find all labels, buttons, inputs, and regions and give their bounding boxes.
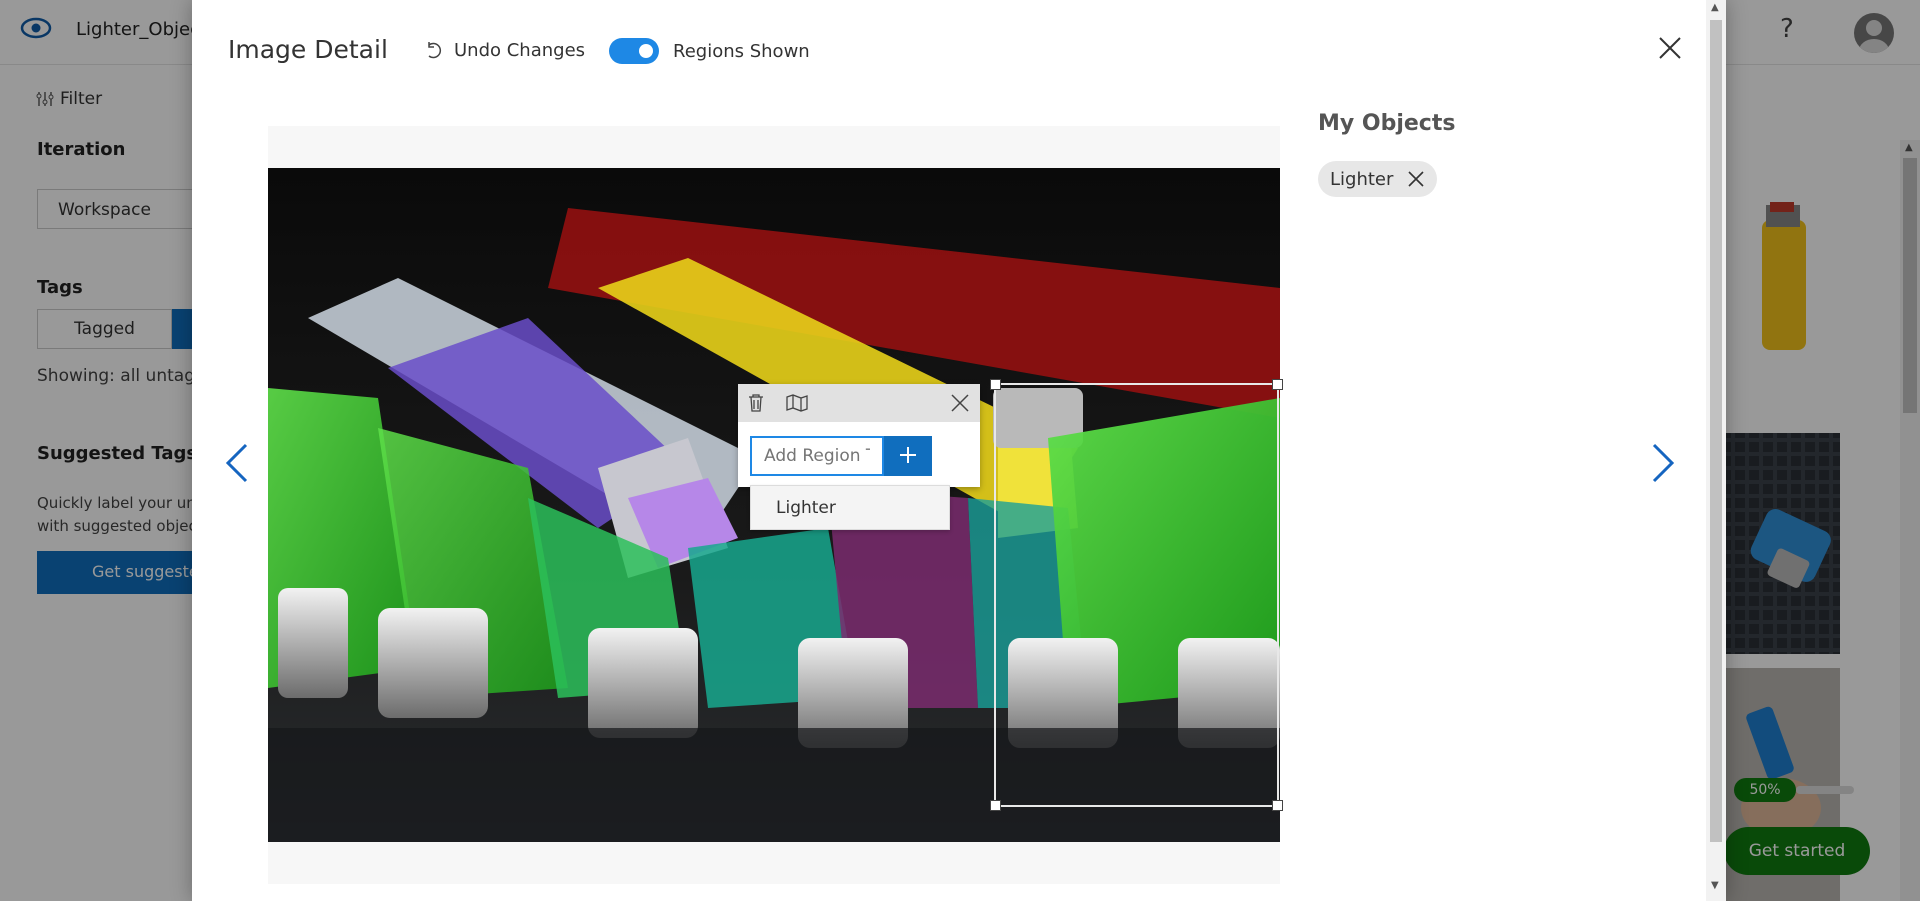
- region-box[interactable]: [990, 379, 1283, 811]
- undo-changes-button[interactable]: Undo Changes: [424, 40, 585, 61]
- next-image-arrow[interactable]: [1650, 443, 1676, 483]
- dialog-scrollbar[interactable]: ▲ ▼: [1706, 0, 1726, 901]
- add-tag-button[interactable]: [884, 436, 932, 476]
- object-tag-chip: Lighter: [1318, 161, 1438, 197]
- regions-toggle-group: Regions Shown: [609, 38, 810, 64]
- popup-close-icon[interactable]: [950, 393, 970, 413]
- region-tag-popup: [738, 384, 980, 487]
- image-detail-dialog: Image Detail Undo Changes Regions Shown: [192, 0, 1726, 901]
- undo-label: Undo Changes: [454, 40, 586, 61]
- close-icon[interactable]: [1656, 34, 1684, 62]
- undo-icon: [424, 41, 444, 61]
- popup-toolbar: [738, 384, 980, 422]
- region-tag-input[interactable]: [750, 436, 884, 476]
- resize-handle-bl[interactable]: [990, 800, 1001, 811]
- regions-toggle[interactable]: [609, 38, 659, 64]
- dialog-title: Image Detail: [228, 35, 388, 64]
- copy-region-icon[interactable]: [786, 394, 808, 412]
- tag-suggestion-item[interactable]: Lighter: [776, 498, 836, 518]
- my-objects-heading: My Objects: [1318, 111, 1456, 136]
- dialog-scroll-thumb[interactable]: [1710, 20, 1722, 842]
- resize-handle-tr[interactable]: [1272, 379, 1283, 390]
- tag-suggestion-list: Lighter: [750, 485, 950, 530]
- chevron-right-icon: [1652, 443, 1675, 483]
- previous-image-arrow[interactable]: [224, 443, 250, 483]
- object-tag-label: Lighter: [1330, 168, 1394, 190]
- chevron-left-icon: [225, 443, 248, 483]
- remove-tag-icon[interactable]: [1407, 170, 1425, 188]
- delete-icon[interactable]: [748, 394, 764, 412]
- plus-icon: [900, 446, 916, 463]
- resize-handle-tl[interactable]: [990, 379, 1001, 390]
- resize-handle-br[interactable]: [1272, 800, 1283, 811]
- regions-label: Regions Shown: [673, 40, 810, 62]
